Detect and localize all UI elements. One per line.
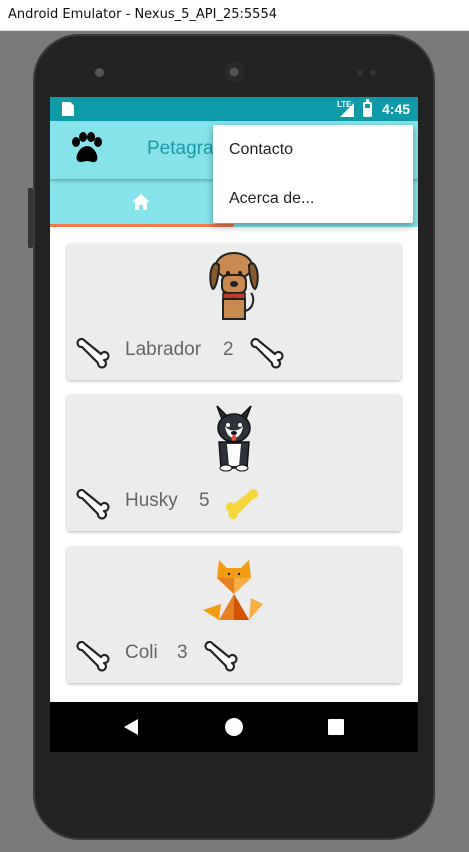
window-title: Android Emulator - Nexus_5_API_25:5554 <box>8 7 277 22</box>
speaker-icon <box>224 62 244 82</box>
bone-outline-icon[interactable] <box>249 334 285 370</box>
pet-card[interactable]: Husky 5 <box>67 395 401 531</box>
paw-icon[interactable] <box>68 131 104 167</box>
bone-yellow-icon[interactable] <box>224 485 260 521</box>
pet-name: Coli <box>125 642 158 663</box>
bone-outline-icon[interactable] <box>75 334 111 370</box>
pet-name: Labrador <box>125 339 202 360</box>
overflow-menu: Contacto Acerca de... <box>213 125 413 223</box>
pet-card[interactable]: Labrador 2 <box>67 244 401 380</box>
sensor-icon <box>370 70 376 76</box>
tab-home[interactable] <box>50 179 234 227</box>
device-screen: LTE 4:45 Petagram Labrador 2 Husky 5 Col… <box>50 97 418 752</box>
bone-outline-icon[interactable] <box>203 637 239 673</box>
pet-likes-count: 3 <box>177 642 188 663</box>
dog-icon <box>209 252 259 320</box>
menu-item-acerca-de[interactable]: Acerca de... <box>213 174 413 223</box>
husky-icon <box>216 405 252 472</box>
pet-name: Husky <box>125 490 178 511</box>
network-type: LTE <box>337 100 352 109</box>
status-time: 4:45 <box>382 101 411 117</box>
pet-likes-count: 5 <box>199 490 210 511</box>
pet-likes-count: 2 <box>223 339 234 360</box>
emulator-titlebar: Android Emulator - Nexus_5_API_25:5554 <box>0 0 469 31</box>
back-icon[interactable] <box>122 718 140 736</box>
fox-icon <box>203 560 263 620</box>
bone-outline-icon[interactable] <box>75 485 111 521</box>
sim-card-icon <box>62 102 74 116</box>
home-circle-icon[interactable] <box>225 718 243 736</box>
sensor-icon <box>357 70 363 76</box>
status-bar: LTE 4:45 <box>50 97 418 121</box>
tab-indicator <box>50 224 234 227</box>
menu-item-contacto[interactable]: Contacto <box>213 125 413 174</box>
pet-list[interactable]: Labrador 2 Husky 5 Coli 3 <box>50 227 418 702</box>
navigation-bar <box>50 702 418 752</box>
pet-card[interactable]: Coli 3 <box>67 547 401 683</box>
battery-icon <box>363 99 372 117</box>
bone-outline-icon[interactable] <box>75 637 111 673</box>
recents-icon[interactable] <box>328 719 344 735</box>
front-camera-icon <box>95 68 104 77</box>
home-icon <box>132 194 150 210</box>
